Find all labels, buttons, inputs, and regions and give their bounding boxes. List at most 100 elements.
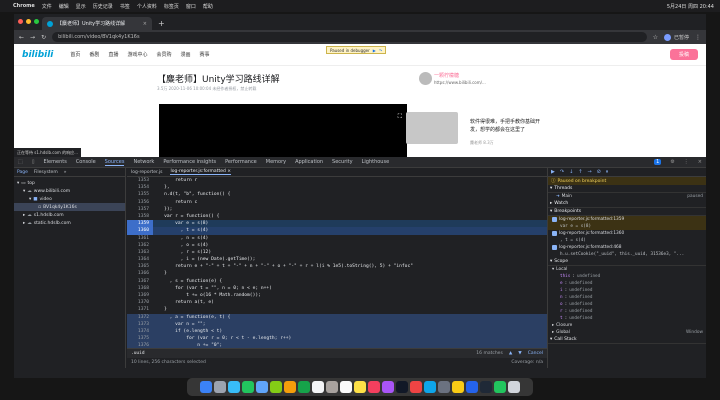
deactivate-breakpoints-icon[interactable]: ⊘ (597, 169, 601, 175)
uploader-avatar[interactable] (419, 72, 432, 85)
code-line[interactable]: 1374 if (e.length < t) (127, 327, 547, 336)
back-icon[interactable]: ← (19, 34, 24, 41)
notes-icon[interactable] (354, 381, 366, 393)
chevron-down-icon[interactable]: ▾ (550, 186, 552, 191)
line-number[interactable]: 1360 (127, 227, 153, 235)
chevron-down-icon[interactable]: ▾ (23, 189, 25, 194)
menu-item-tabs[interactable]: 标签页 (164, 3, 179, 10)
tv-icon[interactable] (396, 381, 408, 393)
music-icon[interactable] (368, 381, 380, 393)
inspect-icon[interactable]: ⬚ (18, 159, 23, 165)
bilibili-logo-icon[interactable]: bilibili (22, 50, 53, 60)
tab-performance[interactable]: Performance (225, 159, 257, 165)
menu-item-edit[interactable]: 编辑 (59, 3, 69, 10)
code-line[interactable]: 1373 var n = ""; (127, 320, 547, 328)
tab-console[interactable]: Console (76, 159, 96, 165)
thread-row[interactable]: ➜ Main paused (548, 193, 706, 200)
menu-item-file[interactable]: 文件 (42, 3, 52, 10)
code-line[interactable]: 1375 for (var r = 0; r < t - e.length; r… (127, 335, 547, 343)
step-icon[interactable]: → (587, 169, 591, 175)
callstack-section[interactable]: ▾ Call Stack (548, 336, 706, 344)
recommended-video[interactable]: 软件得很难，手把手教你基础开发，想学的都会在这里了 麋老师 8.3万 (406, 112, 546, 157)
line-number[interactable]: 1371 (127, 306, 153, 313)
scope-variable[interactable]: t: undefined (548, 315, 706, 322)
reminders-icon[interactable] (340, 381, 352, 393)
tree-item[interactable]: ▫ BV1qk4y1K16s (14, 203, 125, 211)
line-number[interactable]: 1372 (127, 314, 153, 321)
threads-section[interactable]: ▾ Threads (548, 185, 706, 193)
code-line[interactable]: 1365 return e + "-" + t + "-" + n + "-" … (127, 263, 547, 270)
minimize-window-button[interactable] (26, 19, 31, 24)
chevron-down-icon[interactable]: ▾ (552, 267, 554, 272)
code-line[interactable]: 1359 var e = s(8) (127, 220, 547, 228)
menu-item-bookmarks[interactable]: 书签 (120, 3, 130, 10)
code-line[interactable]: 1363 , r = s(12) (127, 249, 547, 256)
code-view[interactable]: 1353 return r 1354 }, 1355 n.d(t, "b", fun… (127, 177, 547, 348)
wechat-icon[interactable] (494, 381, 506, 393)
menu-app-name[interactable]: Chrome (13, 3, 35, 9)
profile-button[interactable]: 已暂停 (663, 33, 689, 41)
new-tab-button[interactable]: + (152, 17, 171, 30)
tab-lighthouse[interactable]: Lighthouse (362, 159, 390, 165)
scope-section[interactable]: ▾ Scope (548, 258, 706, 266)
resume-icon[interactable]: ▶ (551, 169, 555, 175)
code-line[interactable]: 1370 return a(t, e) (127, 299, 547, 306)
step-over-icon[interactable]: ↷ (379, 48, 382, 53)
tree-item[interactable]: ▾ ▭ top (14, 179, 125, 187)
browser-tab[interactable]: 【麋老师】Unity学习路线详解 × (42, 17, 152, 30)
facetime-icon[interactable] (298, 381, 310, 393)
tree-item[interactable]: ▸ ☁ static.hdslb.com (14, 219, 125, 227)
fullscreen-icon[interactable]: ⛶ (398, 113, 402, 121)
gear-icon[interactable]: ⚙ (670, 159, 674, 165)
code-line[interactable]: 1372 , a = function(e, t) { (127, 313, 547, 321)
scope-variable[interactable]: i: undefined (548, 287, 706, 294)
vscode-icon[interactable] (466, 381, 478, 393)
line-number[interactable]: 1366 (127, 270, 153, 277)
chevron-down-icon[interactable]: ▾ (550, 259, 552, 264)
editor-tab-formatted[interactable]: log-reporter.js:formatted × (170, 169, 232, 175)
breakpoint-item[interactable]: log-reporter.js:formatted:1360 (548, 230, 706, 237)
line-number[interactable]: 1357 (127, 206, 153, 213)
chevron-down-icon[interactable]: ▾ (550, 337, 552, 342)
chevron-down-icon[interactable]: ▾ (29, 197, 31, 202)
chevron-down-icon[interactable]: ▾ (17, 181, 19, 186)
maps-icon[interactable] (270, 381, 282, 393)
tab-filesystem[interactable]: Filesystem (34, 170, 58, 175)
scope-variable[interactable]: this: undefined (548, 273, 706, 280)
line-number[interactable]: 1369 (127, 292, 153, 299)
safari-icon[interactable] (228, 381, 240, 393)
address-bar[interactable]: bilibili.com/video/BV1qk4y1K16s (52, 32, 647, 42)
scope-local[interactable]: ▾ Local (548, 266, 706, 273)
finder-icon[interactable] (200, 381, 212, 393)
scope-variable[interactable]: o: undefined (548, 301, 706, 308)
upload-button[interactable]: 投稿 (670, 49, 698, 60)
nav-events[interactable]: 赛事 (200, 51, 210, 58)
tab-performance-insights[interactable]: Performance insights (163, 159, 216, 165)
line-number[interactable]: 1375 (127, 335, 153, 342)
breakpoint-item[interactable]: log-reporter.js:formatted:468 (548, 244, 706, 251)
line-number[interactable]: 1356 (127, 199, 153, 206)
menu-item-profiles[interactable]: 个人资料 (137, 3, 157, 10)
line-number[interactable]: 1363 (127, 249, 153, 256)
line-number[interactable]: 1353 (127, 177, 153, 184)
close-window-button[interactable] (18, 19, 23, 24)
settings-icon[interactable] (438, 381, 450, 393)
uploader-link[interactable]: https://www.bilibili.com/... (434, 80, 486, 85)
nav-mall[interactable]: 会员购 (156, 51, 171, 58)
menu-item-view[interactable]: 显示 (76, 3, 86, 10)
code-line[interactable]: 1367 , s = function(e) { (127, 278, 547, 285)
code-line[interactable]: 1362 , o = s(4) (127, 242, 547, 249)
news-icon[interactable] (410, 381, 422, 393)
terminal-icon[interactable] (480, 381, 492, 393)
code-line[interactable]: 1354 }, (127, 184, 547, 191)
close-icon[interactable]: × (227, 169, 231, 174)
video-thumbnail[interactable] (406, 112, 458, 144)
recommended-title[interactable]: 软件得很难，手把手教你基础开发，想学的都会在这里了 (470, 118, 542, 134)
chevron-right-icon[interactable]: ▸ (23, 213, 25, 218)
app-store-icon[interactable] (424, 381, 436, 393)
scope-variable[interactable]: r: undefined (548, 308, 706, 315)
line-number[interactable]: 1355 (127, 191, 153, 198)
forward-icon[interactable]: → (30, 34, 35, 41)
video-player[interactable]: ⛶ (159, 104, 407, 157)
chevron-right-icon[interactable]: ▸ (552, 323, 554, 328)
